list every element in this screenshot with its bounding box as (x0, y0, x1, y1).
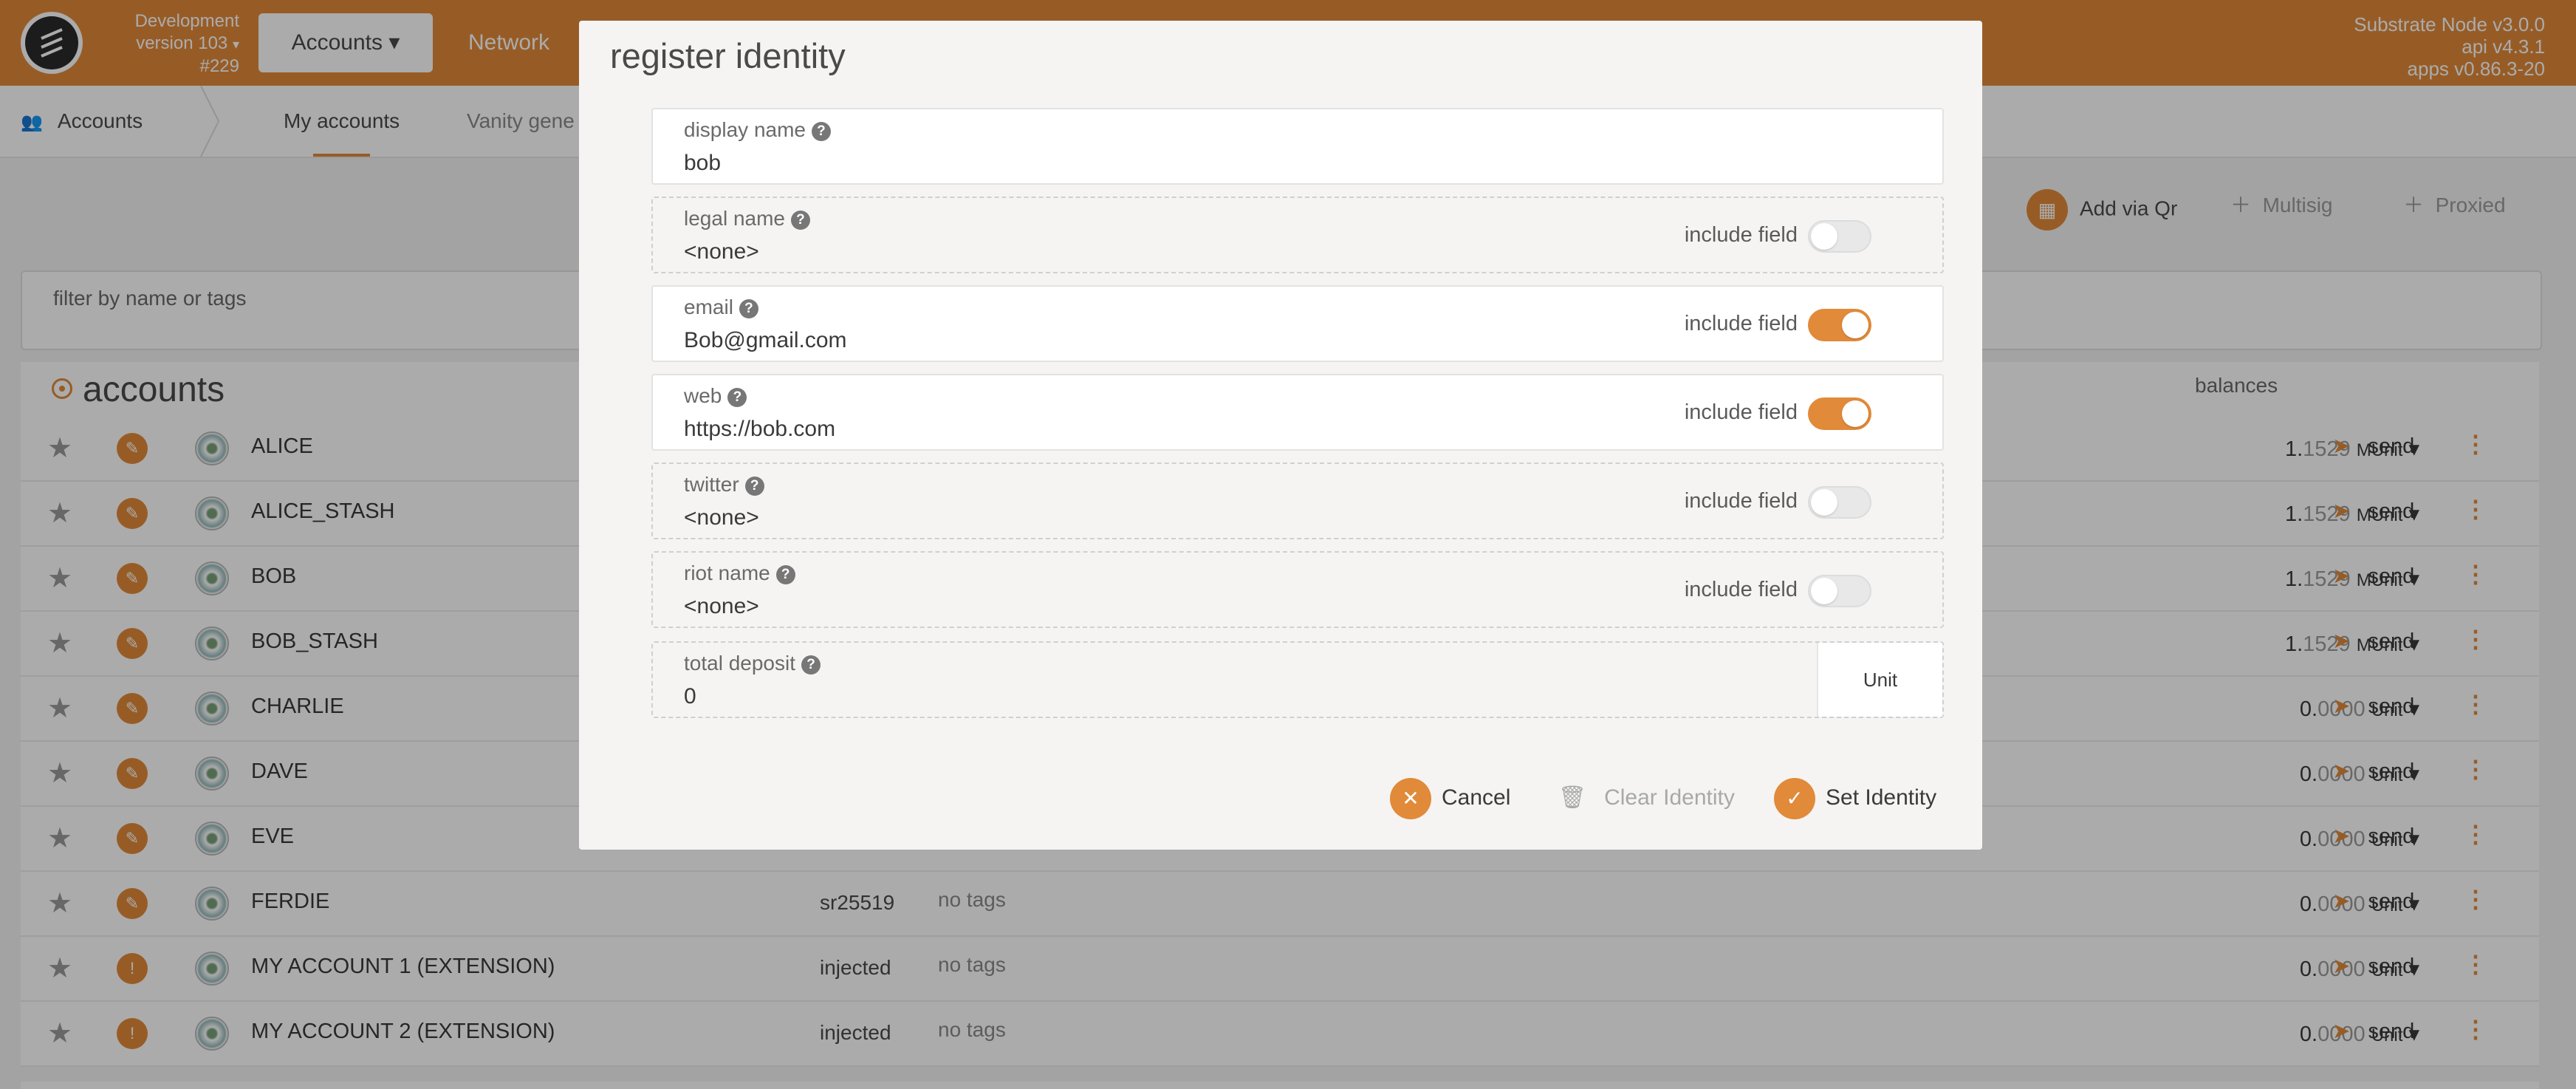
toggle-knob (1842, 400, 1868, 427)
include-field-toggle[interactable] (1808, 486, 1871, 519)
toggle-knob (1811, 578, 1837, 604)
register-identity-modal: register identity display name? bob legal … (579, 21, 1982, 850)
field-label: display name (684, 118, 806, 141)
include-field-label: include field (1684, 223, 1798, 247)
field-value[interactable]: <none> (684, 505, 759, 530)
help-icon[interactable]: ? (775, 565, 795, 584)
deposit-label: total deposit (684, 652, 795, 675)
help-icon[interactable]: ? (739, 299, 758, 318)
include-field-toggle[interactable] (1808, 575, 1871, 607)
include-field-label: include field (1684, 489, 1798, 513)
field-value[interactable]: <none> (684, 239, 759, 264)
field-label: riot name (684, 561, 770, 584)
twitter-field[interactable]: twitter? <none> include field (651, 462, 1944, 539)
email-field[interactable]: email? Bob@gmail.com include field (651, 285, 1944, 362)
include-field-label: include field (1684, 400, 1798, 424)
toggle-knob (1811, 223, 1837, 250)
field-label: twitter (684, 473, 739, 496)
deposit-value: 0 (684, 684, 696, 709)
help-icon[interactable]: ? (744, 477, 764, 496)
include-field-toggle[interactable] (1808, 397, 1871, 430)
help-icon[interactable]: ? (801, 655, 821, 675)
help-icon[interactable]: ? (811, 122, 831, 141)
help-icon[interactable]: ? (727, 388, 747, 407)
include-field-toggle[interactable] (1808, 220, 1871, 253)
include-field-toggle[interactable] (1808, 309, 1871, 341)
display-name-field[interactable]: display name? bob (651, 108, 1944, 185)
field-label: email (684, 296, 733, 318)
help-icon[interactable]: ? (790, 211, 810, 230)
include-field-label: include field (1684, 578, 1798, 601)
field-value[interactable]: bob (684, 151, 721, 176)
cancel-button[interactable]: ✕ Cancel (1390, 777, 1510, 820)
legal-name-field[interactable]: legal name? <none> include field (651, 197, 1944, 273)
field-label: legal name (684, 207, 785, 230)
check-icon: ✓ (1774, 778, 1815, 820)
toggle-knob (1811, 489, 1837, 516)
total-deposit-field: total deposit? 0 Unit (651, 641, 1944, 718)
field-value[interactable]: https://bob.com (684, 417, 835, 442)
deposit-unit[interactable]: Unit (1817, 643, 1942, 717)
set-identity-button[interactable]: ✓ Set Identity (1774, 777, 1936, 820)
toggle-knob (1842, 312, 1868, 338)
riot-name-field[interactable]: riot name? <none> include field (651, 551, 1944, 628)
include-field-label: include field (1684, 312, 1798, 335)
clear-identity-button[interactable]: 🗑 Clear Identity (1558, 777, 1735, 819)
web-field[interactable]: web? https://bob.com include field (651, 374, 1944, 451)
close-icon: ✕ (1390, 778, 1431, 820)
field-value[interactable]: Bob@gmail.com (684, 328, 847, 353)
field-value[interactable]: <none> (684, 594, 759, 619)
modal-title: register identity (610, 36, 846, 75)
trash-icon: 🗑 (1558, 785, 1587, 810)
field-label: web (684, 384, 722, 407)
